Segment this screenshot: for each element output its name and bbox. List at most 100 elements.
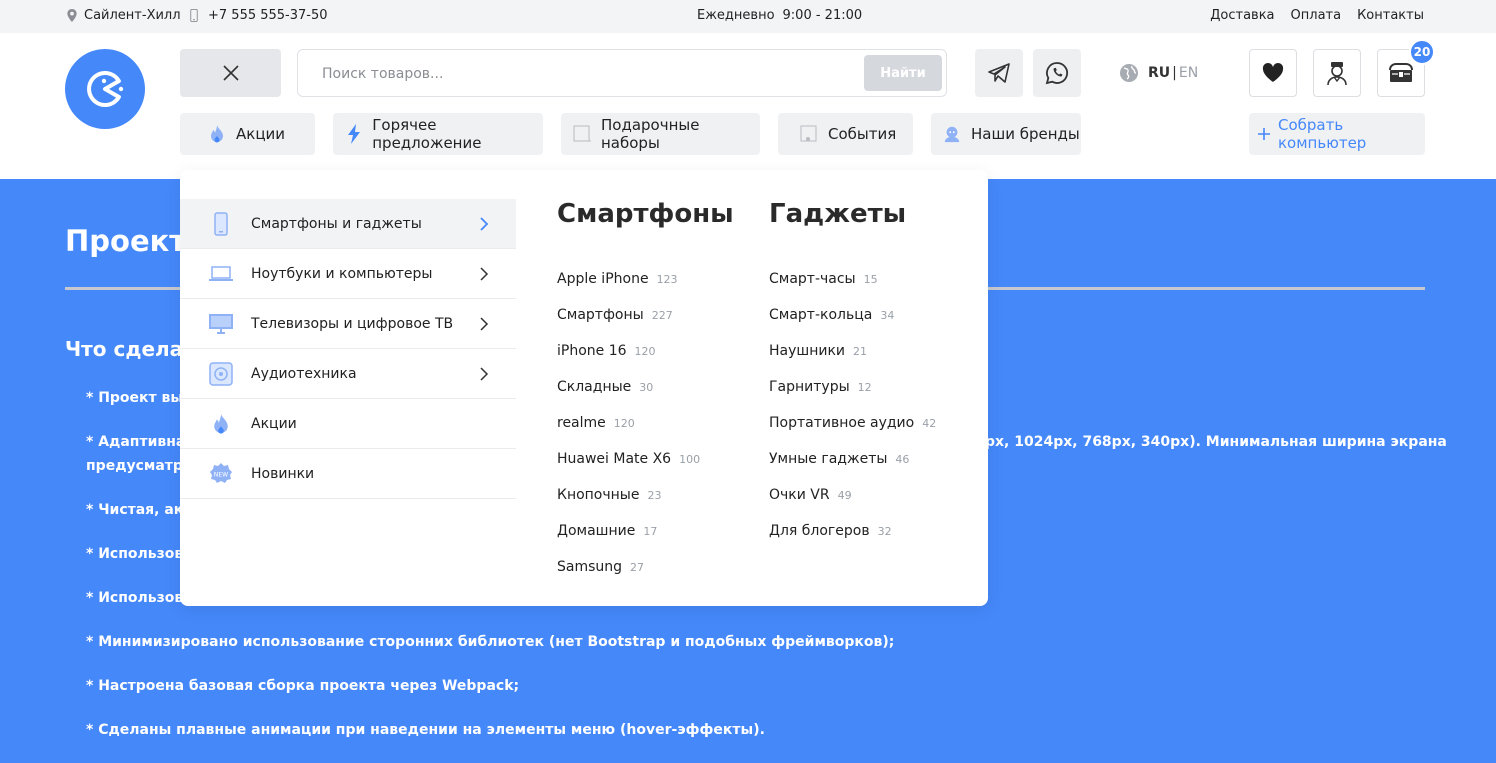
- chevron-right-icon: [480, 217, 489, 231]
- category-smartphones[interactable]: Смартфоны и гаджеты: [180, 199, 516, 249]
- submenu-item-count: 21: [853, 345, 868, 358]
- submenu-item[interactable]: Смарт-часы 15: [769, 271, 878, 287]
- category-laptops[interactable]: Ноутбуки и компьютеры: [180, 249, 516, 299]
- build-pc-button[interactable]: Собрать компьютер: [1249, 113, 1425, 155]
- submenu-item-count: 123: [656, 273, 678, 286]
- lang-en[interactable]: EN: [1179, 65, 1198, 81]
- submenu-item-label: Смарт-часы: [769, 271, 856, 287]
- submenu-item-label: Портативное аудио: [769, 415, 915, 431]
- laptop-icon: [208, 262, 234, 286]
- chevron-right-icon: [480, 267, 489, 281]
- nav-gift-sets[interactable]: Подарочные наборы: [561, 113, 760, 155]
- submenu-item-label: Домашние: [557, 523, 636, 539]
- submenu-item-label: Кнопочные: [557, 487, 640, 503]
- submenu-item[interactable]: Смартфоны 227: [557, 307, 673, 323]
- submenu-item[interactable]: Очки VR 49: [769, 487, 852, 503]
- nav-promotions-label: Акции: [236, 125, 286, 143]
- profile-button[interactable]: [1313, 49, 1361, 97]
- hours-label: Ежедневно: [697, 8, 775, 23]
- submenu-item-count: 17: [643, 525, 658, 538]
- treasure-chest-icon: [1389, 63, 1413, 82]
- submenu-item-count: 32: [877, 525, 892, 538]
- nav-events-label: События: [828, 125, 897, 143]
- logo[interactable]: [65, 49, 145, 129]
- submenu-item[interactable]: Наушники 21: [769, 343, 867, 359]
- speaker-icon: [208, 362, 234, 386]
- category-audio[interactable]: Аудиотехника: [180, 349, 516, 399]
- submenu-item-count: 120: [613, 417, 635, 430]
- submenu-item-count: 46: [895, 453, 910, 466]
- submenu-item[interactable]: Домашние 17: [557, 523, 657, 539]
- fire-icon: [208, 412, 234, 436]
- category-new[interactable]: NEW Новинки: [180, 449, 516, 499]
- link-delivery[interactable]: Доставка: [1210, 8, 1274, 23]
- submenu-item-label: Для блогеров: [769, 523, 870, 539]
- nav-hot-offer[interactable]: Горячее предложение: [333, 113, 543, 155]
- bullet-item: * Использова: [86, 590, 193, 606]
- close-icon: [222, 65, 239, 81]
- category-label: Новинки: [251, 465, 315, 482]
- submenu-item-label: Смарт-кольца: [769, 307, 873, 323]
- whatsapp-button[interactable]: [1033, 49, 1081, 97]
- smartphone-icon: [208, 212, 234, 236]
- submenu-item-count: 12: [857, 381, 872, 394]
- category-promotions[interactable]: Акции: [180, 399, 516, 449]
- link-contacts[interactable]: Контакты: [1357, 8, 1424, 23]
- bullet-item: * Сделаны плавные анимации при наведении…: [86, 722, 765, 738]
- submenu-item[interactable]: Умные гаджеты 46: [769, 451, 909, 467]
- telegram-icon: [988, 63, 1010, 83]
- favorites-button[interactable]: [1249, 49, 1297, 97]
- submenu-item-label: Смартфоны: [557, 307, 644, 323]
- globe-icon: [1120, 64, 1138, 82]
- catalog-close-button[interactable]: [180, 49, 281, 97]
- bullet-item: * Чистая, акк: [86, 502, 193, 518]
- search-button[interactable]: Найти: [864, 55, 942, 91]
- submenu-item[interactable]: Samsung 27: [557, 559, 644, 575]
- submenu-item[interactable]: Huawei Mate X6 100: [557, 451, 700, 467]
- nav-promotions[interactable]: Акции: [180, 113, 315, 155]
- submenu-item[interactable]: Смарт-кольца 34: [769, 307, 894, 323]
- bullet-item: * Использова: [86, 546, 193, 562]
- nav-hot-offer-label: Горячее предложение: [372, 116, 482, 152]
- nav-events[interactable]: События: [778, 113, 913, 155]
- submenu-item[interactable]: realme 120: [557, 415, 635, 431]
- submenu-item[interactable]: Гарнитуры 12: [769, 379, 872, 395]
- submenu-item[interactable]: Складные 30: [557, 379, 653, 395]
- nav-brands[interactable]: Наши бренды: [931, 113, 1081, 155]
- telegram-button[interactable]: [975, 49, 1023, 97]
- link-payment[interactable]: Оплата: [1291, 8, 1342, 23]
- submenu-item[interactable]: Для блогеров 32: [769, 523, 892, 539]
- chevron-right-icon: [480, 317, 489, 331]
- submenu-item-label: Apple iPhone: [557, 271, 649, 287]
- submenu-item[interactable]: Портативное аудио 42: [769, 415, 936, 431]
- submenu-item[interactable]: Кнопочные 23: [557, 487, 661, 503]
- category-tv[interactable]: Телевизоры и цифровое ТВ: [180, 299, 516, 349]
- nav-gift-sets-label: Подарочные наборы: [601, 116, 700, 152]
- page-title: Проект: [65, 224, 187, 258]
- search-input[interactable]: [322, 63, 842, 85]
- submenu-item-count: 27: [630, 561, 645, 574]
- phone[interactable]: +7 555 555-37-50: [188, 8, 328, 23]
- events-icon: [800, 125, 818, 143]
- phone-number[interactable]: +7 555 555-37-50: [208, 8, 328, 23]
- submenu-item-count: 49: [837, 489, 852, 502]
- catalog-mega-menu: Смартфоны и гаджеты Ноутбуки и компьютер…: [180, 170, 988, 606]
- heart-icon: [1262, 63, 1284, 82]
- plus-icon: [1257, 125, 1270, 143]
- submenu-item-label: iPhone 16: [557, 343, 627, 359]
- submenu-item-label: Наушники: [769, 343, 846, 359]
- location-pin-icon: [67, 9, 77, 22]
- pacman-logo-icon: [87, 70, 124, 107]
- submenu-item-label: Очки VR: [769, 487, 830, 503]
- submenu-item[interactable]: iPhone 16 120: [557, 343, 656, 359]
- lang-ru[interactable]: RU: [1148, 65, 1170, 81]
- submenu-item[interactable]: Apple iPhone 123: [557, 271, 678, 287]
- phone-icon: [190, 9, 198, 22]
- new-badge-icon: NEW: [208, 462, 234, 486]
- search-bar: Найти: [297, 49, 947, 97]
- submenu-item-count: 120: [634, 345, 656, 358]
- category-list: Смартфоны и гаджеты Ноутбуки и компьютер…: [180, 199, 516, 499]
- working-hours: Ежедневно 9:00 - 21:00: [697, 8, 862, 23]
- submenu-item-count: 227: [651, 309, 673, 322]
- nav-brands-label: Наши бренды: [971, 125, 1080, 143]
